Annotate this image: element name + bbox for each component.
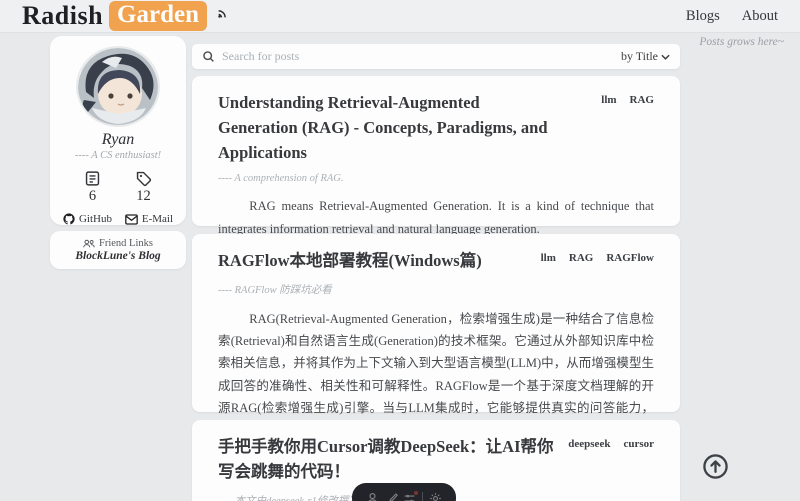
post-head: RAGFlow本地部署教程(Windows篇) llm RAG RAGFlow xyxy=(218,249,654,274)
post-tags: deepseek cursor xyxy=(568,435,654,450)
post-tag[interactable]: RAG xyxy=(630,94,654,106)
email-icon xyxy=(125,214,138,225)
logo-text-primary: Radish xyxy=(22,1,103,31)
stat-tags[interactable]: 12 xyxy=(135,170,152,205)
profile-links: GitHub E-Mail xyxy=(50,213,186,225)
aside-note: Posts grows here~ xyxy=(699,36,784,48)
post-subtitle: ---- A comprehension of RAG. xyxy=(218,173,654,184)
post-head: Understanding Retrieval-Augmented Genera… xyxy=(218,91,654,165)
email-link[interactable]: E-Mail xyxy=(125,213,173,225)
logo-text-badge: Garden xyxy=(109,1,207,31)
profile-card: Ryan ---- A CS enthusiast! 6 12 Git xyxy=(50,36,186,225)
dock-divider xyxy=(422,492,423,501)
post-tag[interactable]: cursor xyxy=(623,438,654,450)
friend-links-title: Friend Links xyxy=(83,238,153,249)
post-tag[interactable]: RAGFlow xyxy=(606,252,654,264)
github-icon xyxy=(63,213,75,225)
nav-blogs[interactable]: Blogs xyxy=(686,8,720,25)
posts-icon xyxy=(84,170,101,187)
site-logo[interactable]: Radish Garden xyxy=(22,1,230,31)
post-title[interactable]: RAGFlow本地部署教程(Windows篇) xyxy=(218,249,482,274)
chevron-down-icon xyxy=(661,54,670,60)
friend-links-label: Friend Links xyxy=(99,238,153,249)
post-tag[interactable]: RAG xyxy=(569,252,593,264)
header: Radish Garden Blogs About xyxy=(0,0,800,33)
posts-count: 6 xyxy=(89,188,96,205)
page: Radish Garden Blogs About xyxy=(0,0,800,501)
post-tags: llm RAG RAGFlow xyxy=(541,249,654,264)
arrow-up-icon xyxy=(702,453,729,480)
post-title[interactable]: 手把手教你用Cursor调教DeepSeek：让AI帮你写会跳舞的代码！ xyxy=(218,435,563,485)
notification-dot xyxy=(414,491,418,495)
post-tags: llm RAG xyxy=(601,91,654,106)
github-link[interactable]: GitHub xyxy=(63,213,112,225)
gear-icon[interactable] xyxy=(429,492,442,501)
tag-icon xyxy=(135,170,152,187)
post-tag[interactable]: deepseek xyxy=(568,438,610,450)
friend-links-card: Friend Links BlockLune's Blog xyxy=(50,231,186,269)
email-label: E-Mail xyxy=(142,213,173,225)
profile-tagline: ---- A CS enthusiast! xyxy=(75,150,161,161)
friend-link-blocklune[interactable]: BlockLune's Blog xyxy=(75,250,160,262)
stat-posts[interactable]: 6 xyxy=(84,170,101,205)
profile-stats: 6 12 xyxy=(50,170,186,205)
post-card[interactable]: RAGFlow本地部署教程(Windows篇) llm RAG RAGFlow --… xyxy=(192,234,680,412)
post-tag[interactable]: llm xyxy=(601,94,616,106)
header-nav: Blogs About xyxy=(686,8,778,25)
users-icon xyxy=(83,239,95,248)
search-input[interactable] xyxy=(222,49,614,64)
floating-dock xyxy=(352,483,456,501)
post-subtitle: ---- RAGFlow 防踩坑必看 xyxy=(218,282,654,297)
search-bar: by Title xyxy=(192,44,680,69)
post-card[interactable]: Understanding Retrieval-Augmented Genera… xyxy=(192,76,680,226)
sliders-icon[interactable] xyxy=(403,492,416,501)
brush-icon[interactable] xyxy=(385,492,398,501)
sort-dropdown[interactable]: by Title xyxy=(621,49,670,64)
avatar[interactable] xyxy=(78,48,158,125)
user-icon[interactable] xyxy=(366,492,379,501)
post-tag[interactable]: llm xyxy=(541,252,556,264)
github-label: GitHub xyxy=(79,213,112,225)
search-icon xyxy=(202,50,215,63)
rss-icon[interactable] xyxy=(217,6,230,19)
post-head: 手把手教你用Cursor调教DeepSeek：让AI帮你写会跳舞的代码！ dee… xyxy=(218,435,654,485)
profile-name: Ryan xyxy=(102,131,135,149)
tags-count: 12 xyxy=(136,188,151,205)
scroll-top-button[interactable] xyxy=(702,453,729,480)
nav-about[interactable]: About xyxy=(742,8,778,25)
post-title[interactable]: Understanding Retrieval-Augmented Genera… xyxy=(218,91,563,165)
sort-label: by Title xyxy=(621,49,658,64)
